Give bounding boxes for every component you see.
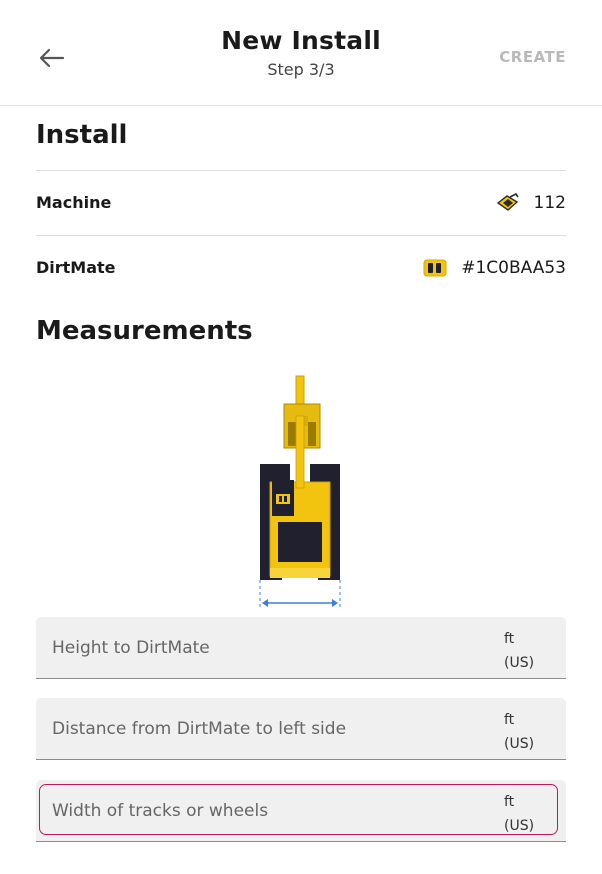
- install-section-title: Install: [36, 120, 128, 150]
- unit-ft: ft: [504, 712, 515, 728]
- track-width-field[interactable]: Width of tracks or wheels ft (US): [36, 780, 566, 842]
- app-header: New Install Step 3/3 CREATE: [0, 0, 602, 106]
- dirtmate-value: #1C0BAA53: [423, 258, 566, 278]
- dirtmate-label: DirtMate: [36, 258, 116, 277]
- machine-label: Machine: [36, 193, 112, 212]
- excavator-icon: [496, 192, 519, 211]
- unit-us: (US): [504, 736, 535, 752]
- unit-label: ft (US): [504, 627, 540, 675]
- unit-ft: ft: [504, 794, 515, 810]
- height-to-dirtmate-field[interactable]: Height to DirtMate ft (US): [36, 617, 566, 679]
- unit-us: (US): [504, 818, 535, 834]
- create-button[interactable]: CREATE: [499, 48, 566, 66]
- machine-value: 112: [496, 192, 566, 213]
- dirtmate-row[interactable]: DirtMate #1C0BAA53: [36, 235, 566, 300]
- unit-ft: ft: [504, 631, 515, 647]
- dirtmate-icon: [423, 259, 447, 276]
- track-width-placeholder: Width of tracks or wheels: [52, 801, 269, 821]
- unit-label: ft (US): [504, 708, 540, 756]
- distance-to-left-side-field[interactable]: Distance from DirtMate to left side ft (…: [36, 698, 566, 760]
- height-to-dirtmate-placeholder: Height to DirtMate: [52, 638, 210, 658]
- measurements-section-title: Measurements: [36, 316, 253, 346]
- dirtmate-id: #1C0BAA53: [461, 257, 566, 278]
- machine-row[interactable]: Machine 112: [36, 170, 566, 235]
- excavator-diagram: [254, 372, 350, 612]
- machine-number: 112: [533, 192, 566, 213]
- excavator-top-view-icon: [259, 375, 341, 608]
- unit-label: ft (US): [504, 790, 540, 838]
- unit-us: (US): [504, 655, 535, 671]
- distance-to-left-side-placeholder: Distance from DirtMate to left side: [52, 719, 347, 739]
